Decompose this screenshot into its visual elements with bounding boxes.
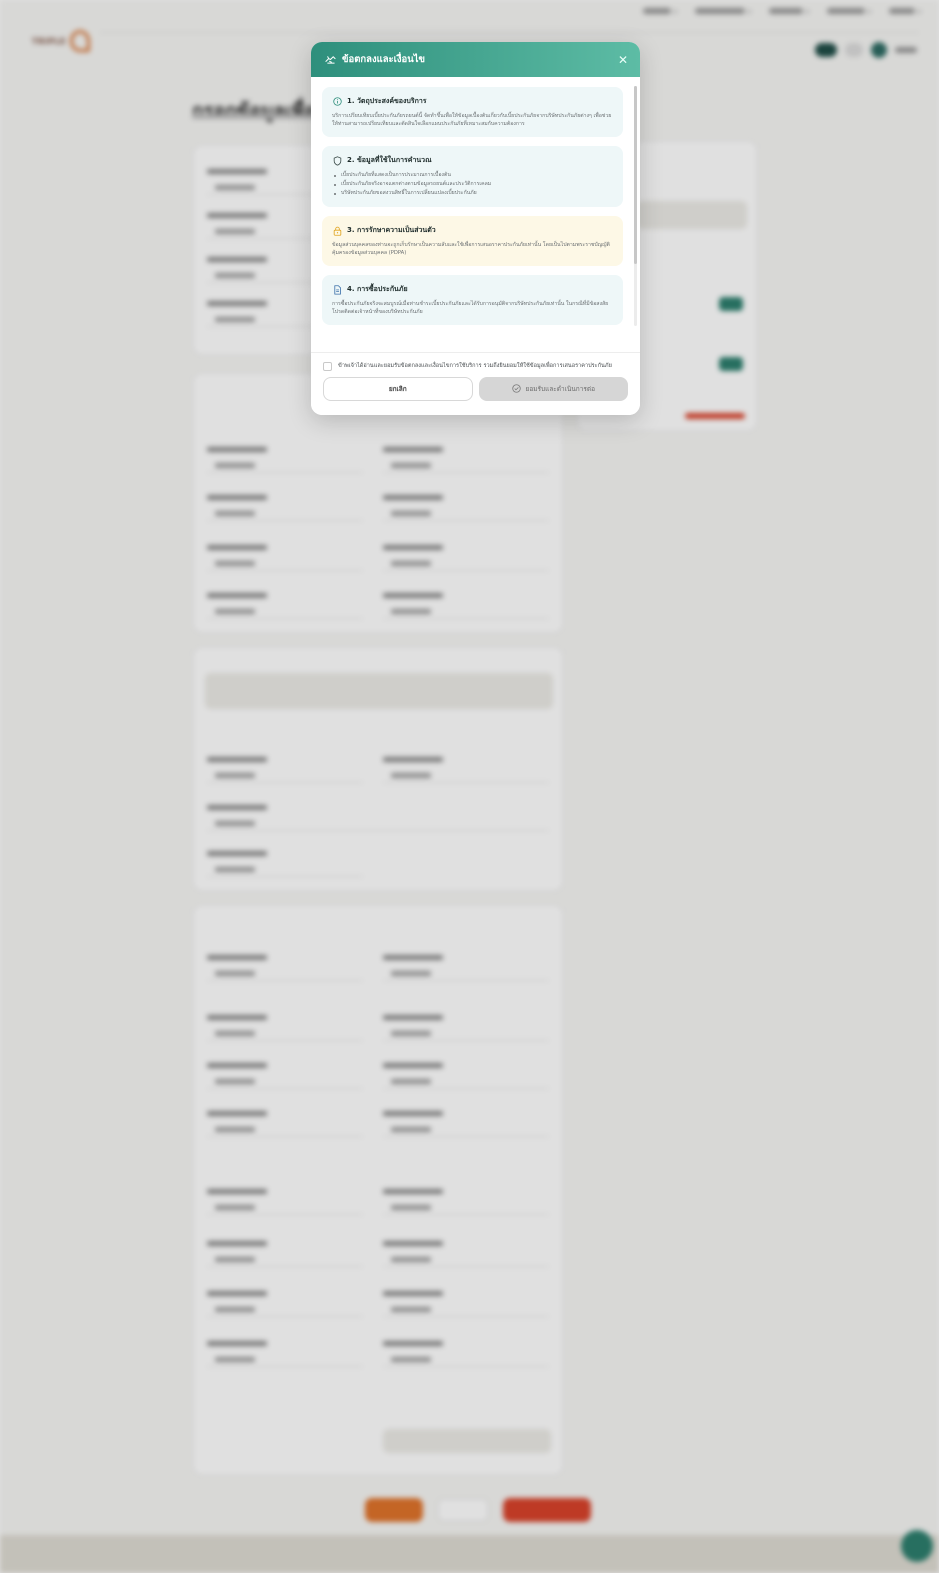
close-icon[interactable]: ✕ (618, 53, 628, 67)
modal-footer: ข้าพเจ้าได้อ่านและยอมรับข้อตกลงและเงื่อน… (311, 352, 640, 415)
accept-button[interactable]: ยอมรับและดำเนินการต่อ (478, 377, 628, 401)
section-text: ข้อมูลส่วนบุคคลของท่านจะถูกเก็บรักษาเป็น… (332, 242, 610, 256)
terms-section-purpose: 1. วัตถุประสงค์ของบริการ บริการเปรียบเที… (322, 87, 623, 137)
check-circle-icon (511, 383, 521, 395)
section-title: 1. วัตถุประสงค์ของบริการ (347, 97, 427, 105)
terms-section-privacy: 3. การรักษาความเป็นส่วนตัว ข้อมูลส่วนบุค… (322, 216, 623, 266)
terms-section-calculation: 2. ข้อมูลที่ใช้ในการคำนวณ เบี้ยประกันภัย… (322, 146, 623, 207)
agree-row: ข้าพเจ้าได้อ่านและยอมรับข้อตกลงและเงื่อน… (323, 362, 628, 371)
agree-label[interactable]: ข้าพเจ้าได้อ่านและยอมรับข้อตกลงและเงื่อน… (338, 362, 612, 370)
section-title: 4. การซื้อประกันภัย (347, 285, 408, 293)
section-list: เบี้ยประกันภัยที่แสดงเป็นการประมาณการเบื… (332, 171, 615, 198)
modal-title: ข้อตกลงและเงื่อนไข (342, 54, 425, 65)
cancel-button-label: ยกเลิก (388, 385, 407, 393)
document-icon (332, 284, 342, 295)
terms-section-purchase: 4. การซื้อประกันภัย การซื้อประกันภัยจริง… (322, 275, 623, 325)
terms-modal: ข้อตกลงและเงื่อนไข ✕ 1. วัตถุประสงค์ของบ… (311, 42, 640, 415)
list-item: เบี้ยประกันภัยจริงอาจแตกต่างตามข้อมูลรถย… (332, 180, 615, 189)
lock-icon (332, 226, 342, 236)
accept-button-label: ยอมรับและดำเนินการต่อ (525, 385, 595, 393)
section-text: บริการเปรียบเทียบเบี้ยประกันภัยรถยนต์นี้… (332, 113, 612, 127)
section-text: การซื้อประกันภัยจริงจะสมบูรณ์เมื่อท่านชำ… (332, 301, 609, 315)
shield-icon (332, 155, 342, 166)
modal-scrollbar[interactable] (634, 86, 637, 326)
section-title: 2. ข้อมูลที่ใช้ในการคำนวณ (347, 156, 432, 164)
agree-checkbox[interactable] (323, 362, 332, 371)
info-icon (332, 97, 342, 107)
modal-actions: ยกเลิก ยอมรับและดำเนินการต่อ (323, 377, 628, 401)
cancel-button[interactable]: ยกเลิก (323, 377, 473, 401)
section-title: 3. การรักษาความเป็นส่วนตัว (347, 226, 436, 234)
list-item: บริษัทประกันภัยขอสงวนสิทธิ์ในการเปลี่ยนแ… (332, 189, 615, 198)
list-item: เบี้ยประกันภัยที่แสดงเป็นการประมาณการเบื… (332, 171, 615, 180)
modal-header: ข้อตกลงและเงื่อนไข ✕ (311, 42, 640, 77)
modal-body[interactable]: 1. วัตถุประสงค์ของบริการ บริการเปรียบเที… (311, 77, 640, 352)
handshake-icon (325, 50, 336, 69)
